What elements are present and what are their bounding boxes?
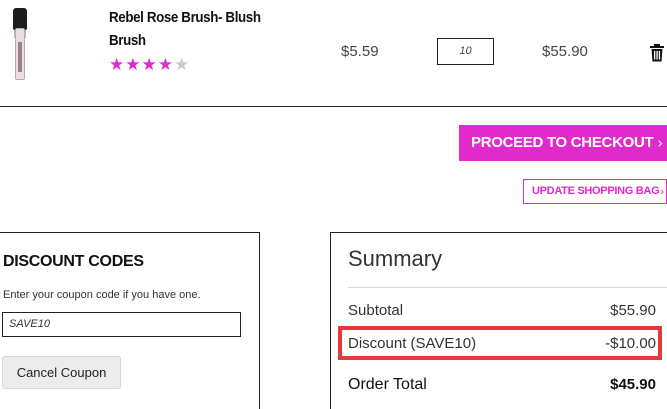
row-divider bbox=[0, 106, 667, 107]
line-subtotal: $55.90 bbox=[542, 43, 588, 60]
quantity-input[interactable]: 10 bbox=[437, 38, 494, 65]
star-rating: ★ ★ ★ ★ ★ bbox=[109, 57, 189, 74]
chevron-right-icon: › bbox=[657, 134, 663, 152]
cancel-coupon-button[interactable]: Cancel Coupon bbox=[2, 356, 121, 389]
star-filled-icon: ★ bbox=[141, 55, 157, 75]
update-label: UPDATE SHOPPING BAG bbox=[532, 185, 660, 197]
discount-codes-title: DISCOUNT CODES bbox=[3, 253, 144, 270]
summary-title: Summary bbox=[348, 246, 443, 271]
summary-divider bbox=[348, 287, 667, 288]
brush-stripe bbox=[18, 42, 22, 72]
trash-icon[interactable] bbox=[649, 44, 665, 62]
proceed-to-checkout-button[interactable]: PROCEED TO CHECKOUT › bbox=[459, 125, 667, 161]
star-filled-icon: ★ bbox=[157, 55, 173, 75]
update-shopping-bag-button[interactable]: UPDATE SHOPPING BAG › bbox=[523, 179, 667, 204]
star-filled-icon: ★ bbox=[109, 55, 125, 75]
product-name-link[interactable]: Rebel Rose Brush- Blush Brush bbox=[109, 7, 275, 53]
star-filled-icon: ★ bbox=[125, 55, 141, 75]
subtotal-value: $55.90 bbox=[610, 302, 656, 319]
order-total-label: Order Total bbox=[348, 376, 427, 393]
discount-highlight-box bbox=[338, 326, 662, 360]
order-total-value: $45.90 bbox=[610, 376, 656, 393]
discount-hint-text: Enter your coupon code if you have one. bbox=[3, 289, 201, 301]
brush-bristles bbox=[13, 8, 27, 30]
coupon-code-input[interactable]: SAVE10 bbox=[2, 312, 241, 337]
unit-price: $5.59 bbox=[341, 43, 379, 60]
subtotal-label: Subtotal bbox=[348, 302, 404, 319]
chevron-right-icon: › bbox=[659, 185, 664, 198]
star-empty-icon: ★ bbox=[174, 55, 190, 75]
product-image[interactable] bbox=[6, 6, 34, 82]
checkout-label: PROCEED TO CHECKOUT bbox=[471, 134, 654, 151]
